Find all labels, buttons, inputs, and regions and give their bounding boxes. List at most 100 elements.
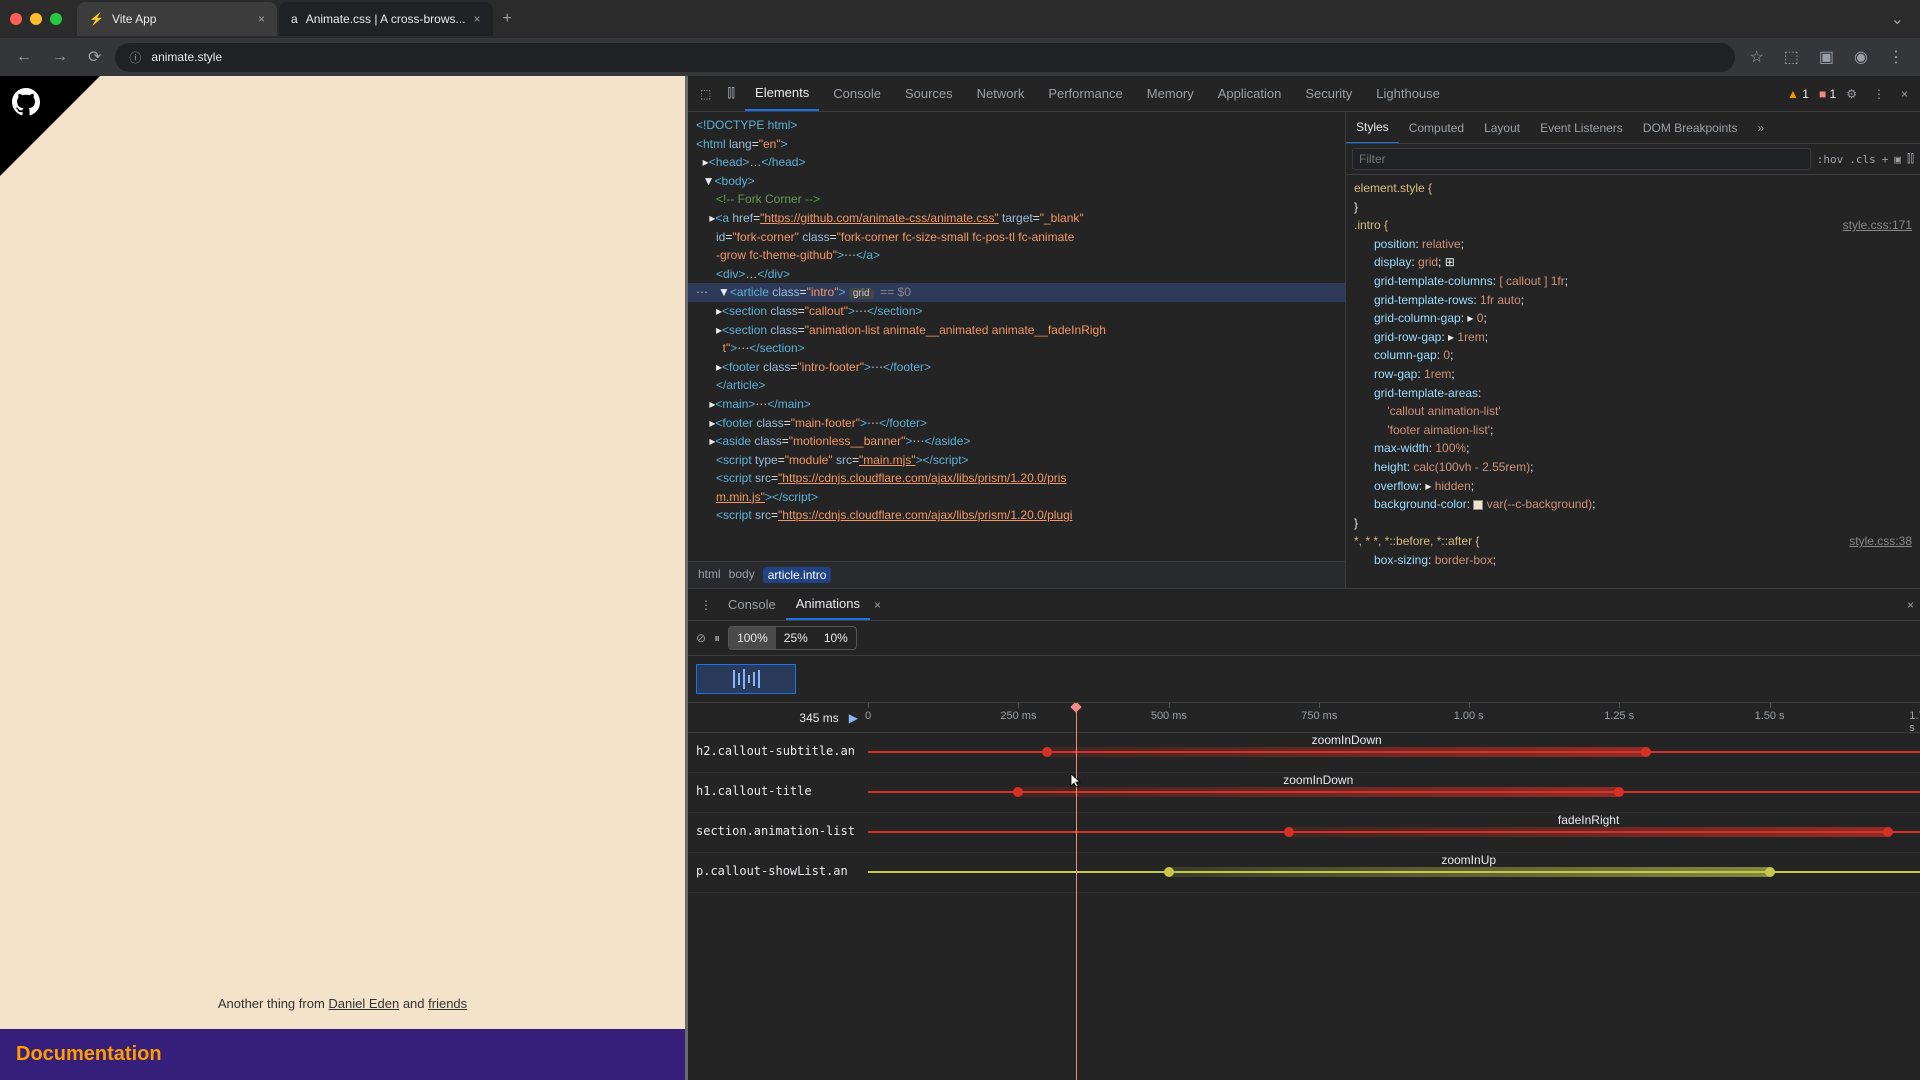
speed-100[interactable]: 100% — [729, 627, 776, 649]
warning-badge[interactable]: ▲ 1 — [1787, 87, 1809, 101]
inspect-icon[interactable]: ⬚ — [694, 81, 717, 107]
close-tab-icon[interactable]: × — [258, 12, 265, 26]
tab-event-listeners[interactable]: Event Listeners — [1530, 113, 1633, 143]
timeline-row[interactable]: h2.callout-subtitle.anzoomInDown — [688, 733, 1920, 773]
url-text: animate.style — [151, 50, 222, 64]
keyframe[interactable] — [1013, 787, 1023, 797]
keyframe[interactable] — [1641, 747, 1651, 757]
browser-tab-vite[interactable]: ⚡ Vite App × — [77, 2, 277, 36]
animation-group-preview[interactable] — [688, 656, 1920, 703]
forward-button[interactable]: → — [46, 42, 74, 72]
clear-icon[interactable]: ⊘ — [696, 631, 706, 645]
keyframe[interactable] — [1883, 827, 1893, 837]
dom-breadcrumb: html body article.intro — [688, 561, 1345, 588]
tab-elements[interactable]: Elements — [745, 76, 819, 111]
keyframe[interactable] — [1765, 867, 1775, 877]
keyframe[interactable] — [1284, 827, 1294, 837]
site-info-icon[interactable]: ⓘ — [129, 49, 141, 66]
tab-security[interactable]: Security — [1295, 77, 1362, 110]
tab-sources[interactable]: Sources — [895, 77, 963, 110]
playhead[interactable] — [1076, 703, 1077, 1080]
row-label: h1.callout-title — [688, 773, 868, 812]
play-icon[interactable]: ▶ — [849, 711, 858, 725]
css-rules[interactable]: element.style { } style.css:171.intro { … — [1346, 175, 1920, 588]
friends-link[interactable]: friends — [428, 996, 467, 1011]
tab-memory[interactable]: Memory — [1137, 77, 1204, 110]
browser-tab-strip: ⚡ Vite App × a Animate.css | A cross-bro… — [0, 0, 1920, 38]
browser-tab-animate[interactable]: a Animate.css | A cross-brows... × — [279, 2, 493, 36]
drawer-tab-console[interactable]: Console — [718, 590, 786, 619]
drawer-menu-icon[interactable]: ⋮ — [694, 592, 718, 618]
new-tab-button[interactable]: + — [495, 2, 520, 36]
close-drawer-icon[interactable]: × — [1907, 598, 1914, 612]
close-devtools-icon[interactable]: × — [1895, 81, 1914, 107]
time-tick: 1.00 s — [1454, 710, 1484, 722]
cls-toggle[interactable]: .cls — [1849, 153, 1876, 166]
timeline-row[interactable]: section.animation-listfadeInRight — [688, 813, 1920, 853]
pause-icon[interactable]: ⏸ — [714, 631, 720, 646]
browser-toolbar: ← → ⟳ ⓘ animate.style ☆ ⬚ ▣ ◉ ⋮ — [0, 38, 1920, 76]
minimize-window[interactable] — [30, 13, 42, 25]
row-label: p.callout-showList.an — [688, 853, 868, 892]
time-ruler[interactable]: 0250 ms500 ms750 ms1.00 s1.25 s1.50 s1.7… — [868, 703, 1920, 732]
tab-title: Vite App — [112, 12, 156, 26]
tab-performance[interactable]: Performance — [1038, 77, 1132, 110]
tab-network[interactable]: Network — [967, 77, 1035, 110]
tab-console[interactable]: Console — [823, 77, 891, 110]
tab-computed[interactable]: Computed — [1399, 113, 1474, 143]
chevron-down-icon[interactable]: ⌄ — [1885, 3, 1910, 35]
keyframe[interactable] — [1164, 867, 1174, 877]
extensions-icon[interactable]: ⬚ — [1778, 41, 1805, 73]
styles-filter-input[interactable] — [1352, 148, 1811, 170]
documentation-heading: Documentation — [0, 1029, 685, 1080]
dom-tree[interactable]: <!DOCTYPE html> <html lang="en"> ▸<head>… — [688, 112, 1345, 561]
timeline-row[interactable]: h1.callout-title zoomInDown — [688, 773, 1920, 813]
tab-application[interactable]: Application — [1208, 77, 1292, 110]
animation-name: zoomInDown — [1283, 773, 1353, 787]
breadcrumb-item[interactable]: html — [698, 567, 721, 583]
bookmark-star-icon[interactable]: ☆ — [1743, 41, 1769, 73]
back-button[interactable]: ← — [10, 42, 38, 72]
tab-title: Animate.css | A cross-brows... — [306, 12, 466, 26]
maximize-window[interactable] — [50, 13, 62, 25]
timeline-row[interactable]: p.callout-showList.anzoomInUp — [688, 853, 1920, 893]
more-tabs-icon[interactable]: » — [1748, 113, 1775, 143]
breadcrumb-item[interactable]: body — [729, 567, 755, 583]
new-style-icon[interactable]: + — [1882, 153, 1889, 166]
tab-styles[interactable]: Styles — [1346, 112, 1399, 144]
speed-25[interactable]: 25% — [776, 627, 816, 649]
close-icon[interactable]: × — [874, 598, 881, 612]
styles-pane: Styles Computed Layout Event Listeners D… — [1345, 112, 1920, 588]
settings-icon[interactable]: ⚙ — [1840, 81, 1863, 107]
side-panel-icon[interactable]: ▣ — [1813, 41, 1840, 73]
tab-favicon: ⚡ — [89, 12, 104, 26]
error-badge[interactable]: ■ 1 — [1819, 87, 1836, 101]
keyframe[interactable] — [1042, 747, 1052, 757]
close-tab-icon[interactable]: × — [474, 12, 481, 26]
keyframe[interactable] — [1614, 787, 1624, 797]
time-tick: 1.75 s — [1909, 710, 1920, 734]
tab-favicon: a — [291, 12, 298, 26]
breadcrumb-item[interactable]: article.intro — [763, 567, 832, 583]
row-label: h2.callout-subtitle.an — [688, 733, 868, 772]
tab-dom-breakpoints[interactable]: DOM Breakpoints — [1633, 113, 1748, 143]
rendering-icon[interactable]: ⫿⫿ — [1907, 152, 1914, 166]
more-icon[interactable]: ⋮ — [1867, 81, 1891, 107]
menu-icon[interactable]: ⋮ — [1882, 41, 1910, 73]
author-link[interactable]: Daniel Eden — [328, 996, 399, 1011]
hov-toggle[interactable]: :hov — [1817, 153, 1844, 166]
credit-text: Another thing from Daniel Eden and frien… — [218, 996, 467, 1011]
device-icon[interactable]: ⫿⫿ — [721, 80, 741, 107]
speed-10[interactable]: 10% — [816, 627, 856, 649]
window-controls — [10, 13, 62, 25]
animation-name: fadeInRight — [1558, 813, 1619, 827]
tab-lighthouse[interactable]: Lighthouse — [1366, 77, 1450, 110]
computed-toggle-icon[interactable]: ▣ — [1894, 153, 1901, 166]
reload-button[interactable]: ⟳ — [82, 41, 107, 73]
tab-layout[interactable]: Layout — [1474, 113, 1530, 143]
profile-icon[interactable]: ◉ — [1848, 41, 1874, 73]
drawer-tab-animations[interactable]: Animations — [786, 589, 870, 620]
close-window[interactable] — [10, 13, 22, 25]
animation-timeline: 345 ms ▶ 0250 ms500 ms750 ms1.00 s1.25 s… — [688, 703, 1920, 1080]
address-bar[interactable]: ⓘ animate.style — [115, 43, 1735, 72]
